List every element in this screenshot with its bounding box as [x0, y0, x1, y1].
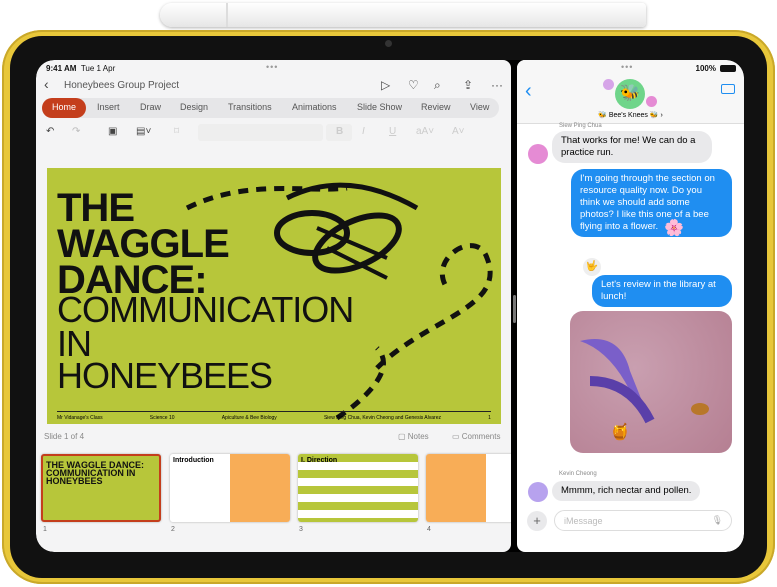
slide-counter: Slide 1 of 4	[44, 432, 85, 441]
thumbnail-title: I. Direction	[301, 457, 338, 464]
tapback-reaction[interactable]: 🤟	[583, 258, 601, 276]
tab-design[interactable]: Design	[180, 102, 208, 112]
flower-sticker: 🌸	[664, 220, 684, 237]
slide-footer: Mr Vidanage's Class Science 10 Apicultur…	[57, 411, 491, 421]
video-call-icon[interactable]	[721, 84, 735, 94]
footer-authors: Siew Ping Chua, Kevin Cheong and Genesis…	[323, 415, 441, 421]
multitask-dots[interactable]: •••	[621, 62, 633, 72]
font-name-field[interactable]	[198, 124, 323, 141]
tab-view[interactable]: View	[470, 102, 489, 112]
member-avatar	[646, 96, 657, 107]
group-name[interactable]: 🐝 Bee's Knees 🐝 ›	[517, 111, 744, 119]
sender-avatar	[528, 482, 548, 502]
bold-button[interactable]: B	[336, 126, 343, 137]
comments-label: Comments	[461, 432, 501, 441]
slide-subtitle-line: HONEYBEES	[57, 355, 273, 396]
tab-home[interactable]: Home	[42, 98, 87, 118]
microphone-icon[interactable]: 🎙	[712, 515, 723, 526]
tab-animations[interactable]: Animations	[292, 102, 337, 112]
sender-name: Siew Ping Chua	[559, 123, 602, 129]
layout-icon[interactable]: ▤˅	[136, 126, 151, 137]
font-color-icon[interactable]: A˅	[452, 126, 465, 137]
footer-class: Mr Vidanage's Class	[57, 415, 103, 421]
honey-sticker: 🍯	[610, 424, 630, 441]
notes-button[interactable]: ▢ Notes	[398, 432, 429, 441]
slide-thumbnail-1[interactable]: THE WAGGLE DANCE: COMMUNICATION IN HONEY…	[41, 454, 161, 522]
status-time: 9:41 AM	[46, 64, 77, 73]
comments-button[interactable]: ▭ Comments	[452, 432, 500, 441]
photo-attachment[interactable]	[570, 311, 732, 453]
message-bubble[interactable]: That works for me! We can do a practice …	[552, 131, 712, 163]
input-placeholder: iMessage	[564, 516, 603, 526]
bee-flower-photo	[580, 339, 709, 424]
sender-name: Kevin Cheong	[559, 471, 597, 477]
message-input[interactable]: iMessage 🎙	[554, 510, 732, 531]
search-icon[interactable]: ⌕	[434, 78, 441, 93]
tab-slide-show[interactable]: Slide Show	[357, 102, 402, 112]
powerpoint-app: 9:41 AM Tue 1 Apr ••• ‹ Honeybees Group …	[36, 60, 511, 552]
thumbnail-number: 3	[299, 526, 303, 533]
status-date: Tue 1 Apr	[80, 64, 116, 73]
battery-level: 100%	[695, 64, 716, 73]
italic-button[interactable]: I	[362, 126, 365, 137]
tab-draw[interactable]: Draw	[140, 102, 161, 112]
underline-button[interactable]: U	[389, 126, 396, 137]
thumbnail-title: THE WAGGLE DANCE: COMMUNICATION IN HONEY…	[46, 460, 144, 486]
ribbon-tabs: Home Insert Draw Design Transitions Anim…	[42, 98, 499, 118]
back-icon[interactable]: ‹	[44, 76, 49, 92]
message-bubble[interactable]: I'm going through the section on resourc…	[571, 169, 732, 237]
messages-app: ‹ 🐝 🐝 Bee's Knees 🐝 › ••• 100% Siew Ping…	[517, 60, 744, 552]
slide-canvas[interactable]: THE WAGGLE DANCE: COMMUNICATION IN HONEY…	[47, 168, 501, 424]
share-icon[interactable]: ⇪	[463, 78, 473, 92]
battery-icon	[720, 65, 736, 72]
member-avatar	[603, 79, 614, 90]
split-view-divider[interactable]	[513, 295, 516, 323]
back-icon[interactable]: ‹	[525, 80, 532, 103]
new-slide-icon[interactable]: ▣	[108, 126, 117, 137]
font-size-change-icon[interactable]: aA˅	[416, 126, 434, 137]
sender-avatar	[528, 144, 548, 164]
more-icon[interactable]: ···	[491, 78, 503, 92]
multitask-dots[interactable]: •••	[266, 62, 278, 72]
footer-topic: Apiculture & Bee Biology	[221, 415, 277, 421]
doc-title: Honeybees Group Project	[64, 80, 180, 91]
thumbnail-number: 2	[171, 526, 175, 533]
redo-icon[interactable]: ↷	[72, 126, 80, 137]
message-bubble[interactable]: Let's review in the library at lunch!	[592, 275, 732, 307]
notes-label: Notes	[407, 432, 429, 441]
play-icon[interactable]: ▷	[381, 78, 390, 92]
footer-page: 1	[488, 415, 491, 421]
camera	[385, 40, 392, 47]
group-name-label: Bee's Knees	[608, 112, 648, 119]
format-painter-icon[interactable]: ⌑	[174, 126, 179, 137]
footer-subject: Science 10	[149, 415, 175, 421]
tab-transitions[interactable]: Transitions	[228, 102, 272, 112]
plus-icon[interactable]: +	[527, 511, 547, 531]
lightbulb-icon[interactable]: ♡	[408, 78, 419, 92]
slide-thumbnail-4[interactable]	[426, 454, 511, 522]
thumbnail-title: Introduction	[173, 457, 214, 464]
apple-pencil	[160, 3, 646, 27]
undo-icon[interactable]: ↶	[46, 126, 54, 137]
thumbnail-number: 1	[43, 526, 47, 533]
slide-thumbnail-2[interactable]: Introduction	[170, 454, 290, 522]
group-avatar[interactable]: 🐝	[615, 79, 645, 109]
tab-insert[interactable]: Insert	[97, 102, 120, 112]
thumbnail-number: 4	[427, 526, 431, 533]
slide-subtitle-line: COMMUNICATION	[57, 289, 354, 330]
tab-review[interactable]: Review	[421, 102, 451, 112]
ribbon-toolbar: ↶ ↷ ▣ ▤˅ ⌑ B I U aA˅ A˅	[36, 122, 511, 144]
screen: 9:41 AM Tue 1 Apr ••• ‹ Honeybees Group …	[36, 60, 744, 552]
slide-thumbnail-3[interactable]: I. Direction	[298, 454, 418, 522]
message-bubble[interactable]: Mmmm, rich nectar and pollen.	[552, 481, 701, 501]
